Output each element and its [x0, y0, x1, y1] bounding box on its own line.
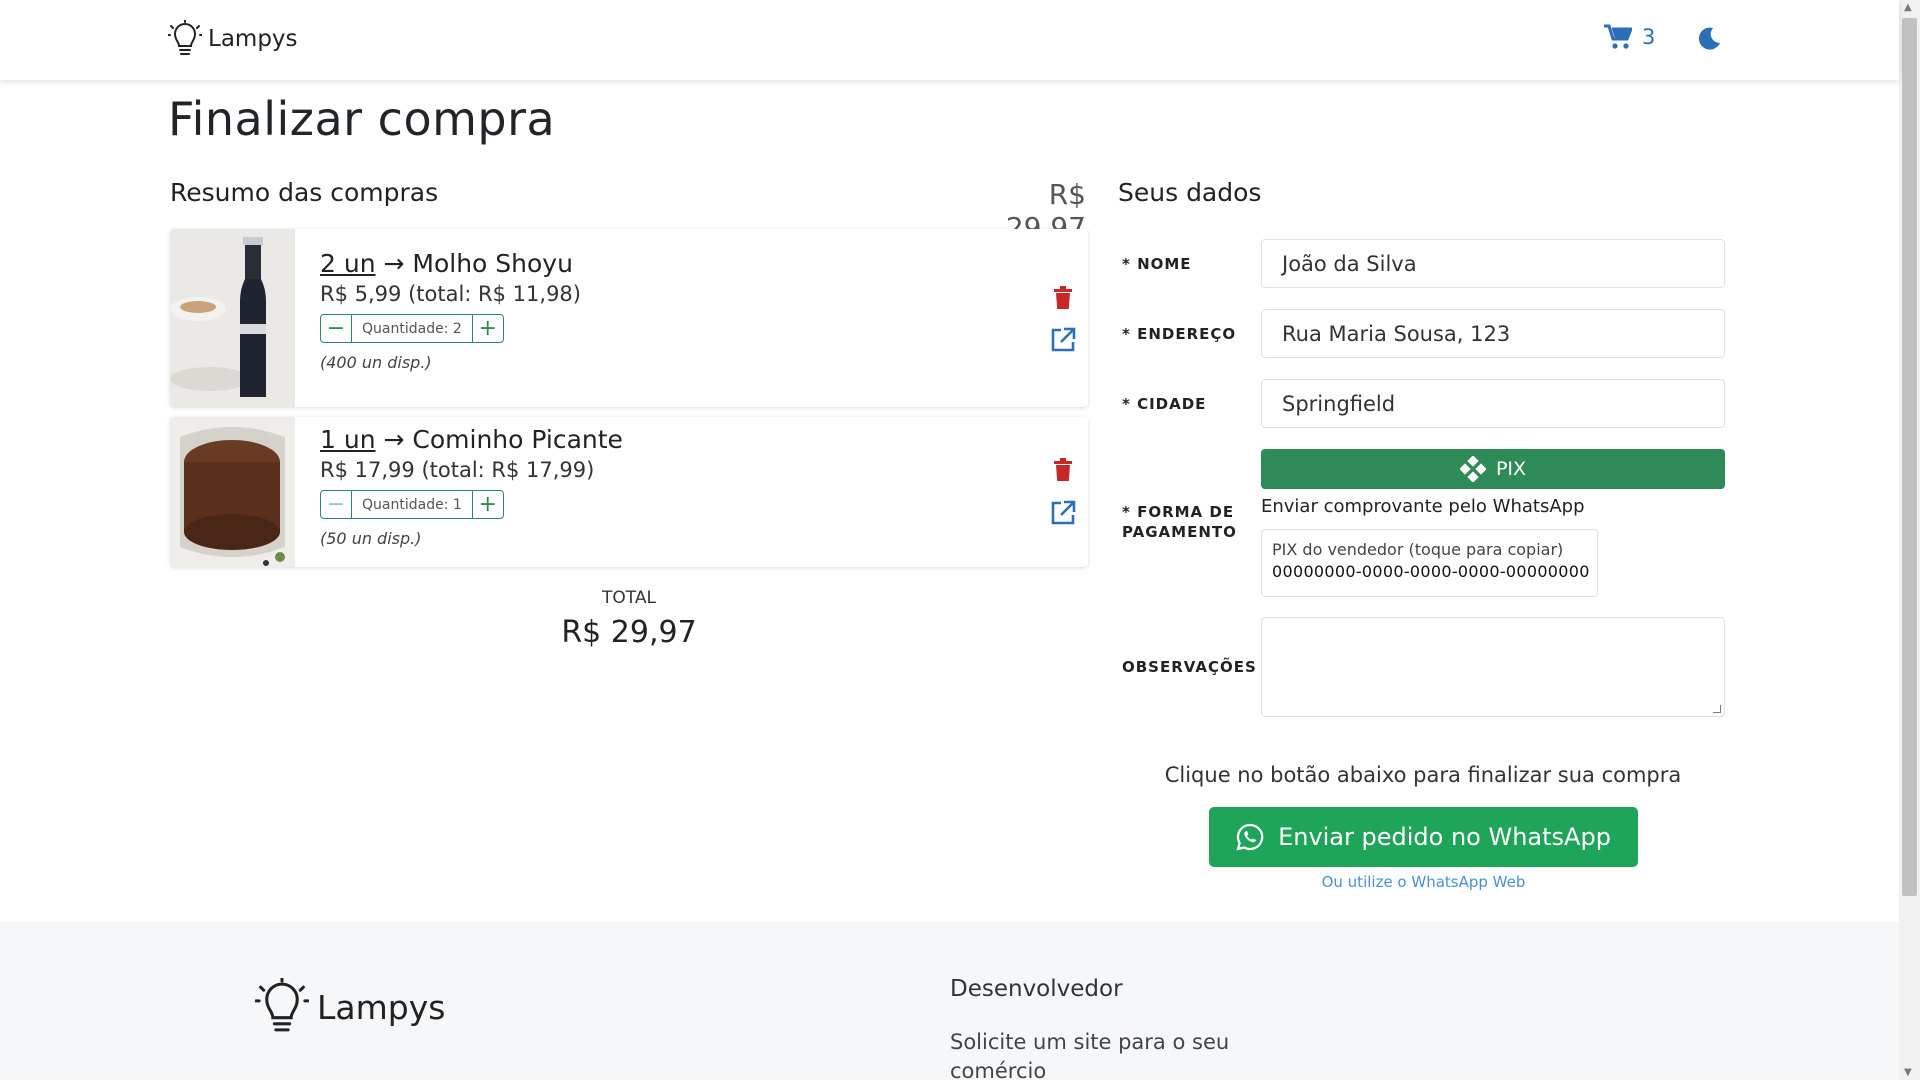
scrollbar-thumb[interactable]	[1902, 18, 1917, 896]
cta-text: Clique no botão abaixo para finalizar su…	[1164, 763, 1682, 787]
resize-handle-icon[interactable]	[1713, 705, 1721, 713]
city-label: * CIDADE	[1122, 395, 1207, 413]
brand-logo[interactable]: Lampys	[168, 20, 298, 58]
address-label: * ENDEREÇO	[1122, 325, 1237, 343]
item-title: 1 un → Cominho Picante	[320, 425, 623, 454]
top-navbar: Lampys 3	[0, 0, 1899, 80]
name-label: * NOME	[1122, 255, 1192, 273]
item-availability: (400 un disp.)	[320, 353, 432, 372]
item-total-price: (total: R$ 11,98)	[408, 282, 581, 306]
quantity-stepper: − Quantidade: 1 +	[320, 490, 504, 519]
whatsapp-web-link[interactable]: Ou utilize o WhatsApp Web	[1209, 873, 1638, 891]
page-title: Finalizar compra	[168, 92, 556, 146]
trash-icon[interactable]	[1053, 458, 1073, 482]
total-label: TOTAL	[602, 588, 656, 608]
pix-key: 00000000-0000-0000-0000-00000000	[1272, 562, 1590, 581]
item-availability: (50 un disp.)	[320, 529, 422, 548]
footer-brand[interactable]: Lampys	[255, 978, 445, 1036]
arrow-icon: →	[375, 425, 413, 454]
plus-icon[interactable]: +	[473, 315, 503, 342]
footer-brand-name: Lampys	[317, 987, 446, 1027]
address-field[interactable]: Rua Maria Sousa, 123	[1261, 309, 1725, 358]
minus-icon[interactable]: −	[321, 491, 351, 518]
product-image	[170, 229, 295, 407]
footer: Lampys Desenvolvedor Solicite um site pa…	[0, 922, 1899, 1083]
quantity-display: Quantidade: 1	[351, 491, 473, 518]
cart-button[interactable]: 3	[1604, 24, 1655, 50]
send-proof-text: Enviar comprovante pelo WhatsApp	[1261, 496, 1585, 517]
scroll-down-arrow-icon[interactable]: ▼	[1904, 1067, 1912, 1078]
scrollbar[interactable]: ▲ ▼	[1899, 0, 1920, 1080]
plus-icon[interactable]: +	[473, 491, 503, 518]
external-link-icon[interactable]	[1050, 500, 1076, 526]
item-price: R$ 17,99 (total: R$ 17,99)	[320, 458, 623, 482]
item-price: R$ 5,99 (total: R$ 11,98)	[320, 282, 581, 306]
item-name: Molho Shoyu	[412, 249, 573, 278]
pix-label: PIX	[1495, 458, 1527, 480]
payment-label: * FORMA DE PAGAMENTO	[1122, 502, 1237, 542]
pix-payment-button[interactable]: PIX	[1261, 449, 1725, 489]
footer-dev-title: Desenvolvedor	[950, 976, 1123, 1002]
item-total-price: (total: R$ 17,99)	[421, 458, 595, 482]
pix-key-copy[interactable]: PIX do vendedor (toque para copiar) 0000…	[1261, 529, 1598, 597]
arrow-icon: →	[375, 249, 413, 278]
item-title: 2 un → Molho Shoyu	[320, 249, 581, 278]
external-link-icon[interactable]	[1050, 327, 1076, 353]
trash-icon[interactable]	[1053, 286, 1073, 310]
minus-icon[interactable]: −	[321, 315, 351, 342]
moon-icon	[1698, 27, 1720, 50]
notes-textarea[interactable]	[1261, 617, 1725, 717]
quantity-display: Quantidade: 2	[351, 315, 473, 342]
notes-label: OBSERVAÇÕES	[1122, 658, 1257, 676]
quantity-stepper: − Quantidade: 2 +	[320, 314, 504, 343]
payment-label-line: PAGAMENTO	[1122, 523, 1237, 541]
name-field[interactable]: João da Silva	[1261, 239, 1725, 288]
brand-name: Lampys	[208, 26, 298, 52]
dark-mode-toggle[interactable]	[1696, 26, 1722, 56]
whatsapp-icon	[1236, 823, 1264, 851]
send-whatsapp-label: Enviar pedido no WhatsApp	[1278, 823, 1611, 851]
payment-label-line: * FORMA DE	[1122, 503, 1235, 521]
cart-icon	[1604, 24, 1632, 49]
cart-item: 1 un → Cominho Picante R$ 17,99 (total: …	[170, 417, 1088, 567]
product-image	[170, 417, 295, 567]
city-field[interactable]: Springfield	[1261, 379, 1725, 428]
scroll-up-arrow-icon[interactable]: ▲	[1904, 2, 1912, 13]
form-title: Seus dados	[1118, 178, 1262, 207]
total-value: R$ 29,97	[561, 615, 697, 650]
cart-count: 3	[1642, 25, 1656, 49]
item-unit-price: R$ 17,99	[320, 458, 415, 482]
item-name: Cominho Picante	[412, 425, 623, 454]
item-unit-price: R$ 5,99	[320, 282, 402, 306]
pix-hint: PIX do vendedor (toque para copiar)	[1272, 540, 1564, 559]
lightbulb-icon	[168, 20, 202, 55]
summary-title: Resumo das compras	[170, 178, 439, 207]
lightbulb-icon	[255, 978, 309, 1032]
footer-dev-link[interactable]: Solicite um site para o seu comércio	[950, 1028, 1250, 1086]
send-whatsapp-button[interactable]: Enviar pedido no WhatsApp	[1209, 807, 1638, 867]
item-qty-link[interactable]: 1 un	[320, 425, 376, 454]
cart-item: 2 un → Molho Shoyu R$ 5,99 (total: R$ 11…	[170, 229, 1088, 407]
pix-icon	[1459, 456, 1486, 482]
item-qty-link[interactable]: 2 un	[320, 249, 376, 278]
